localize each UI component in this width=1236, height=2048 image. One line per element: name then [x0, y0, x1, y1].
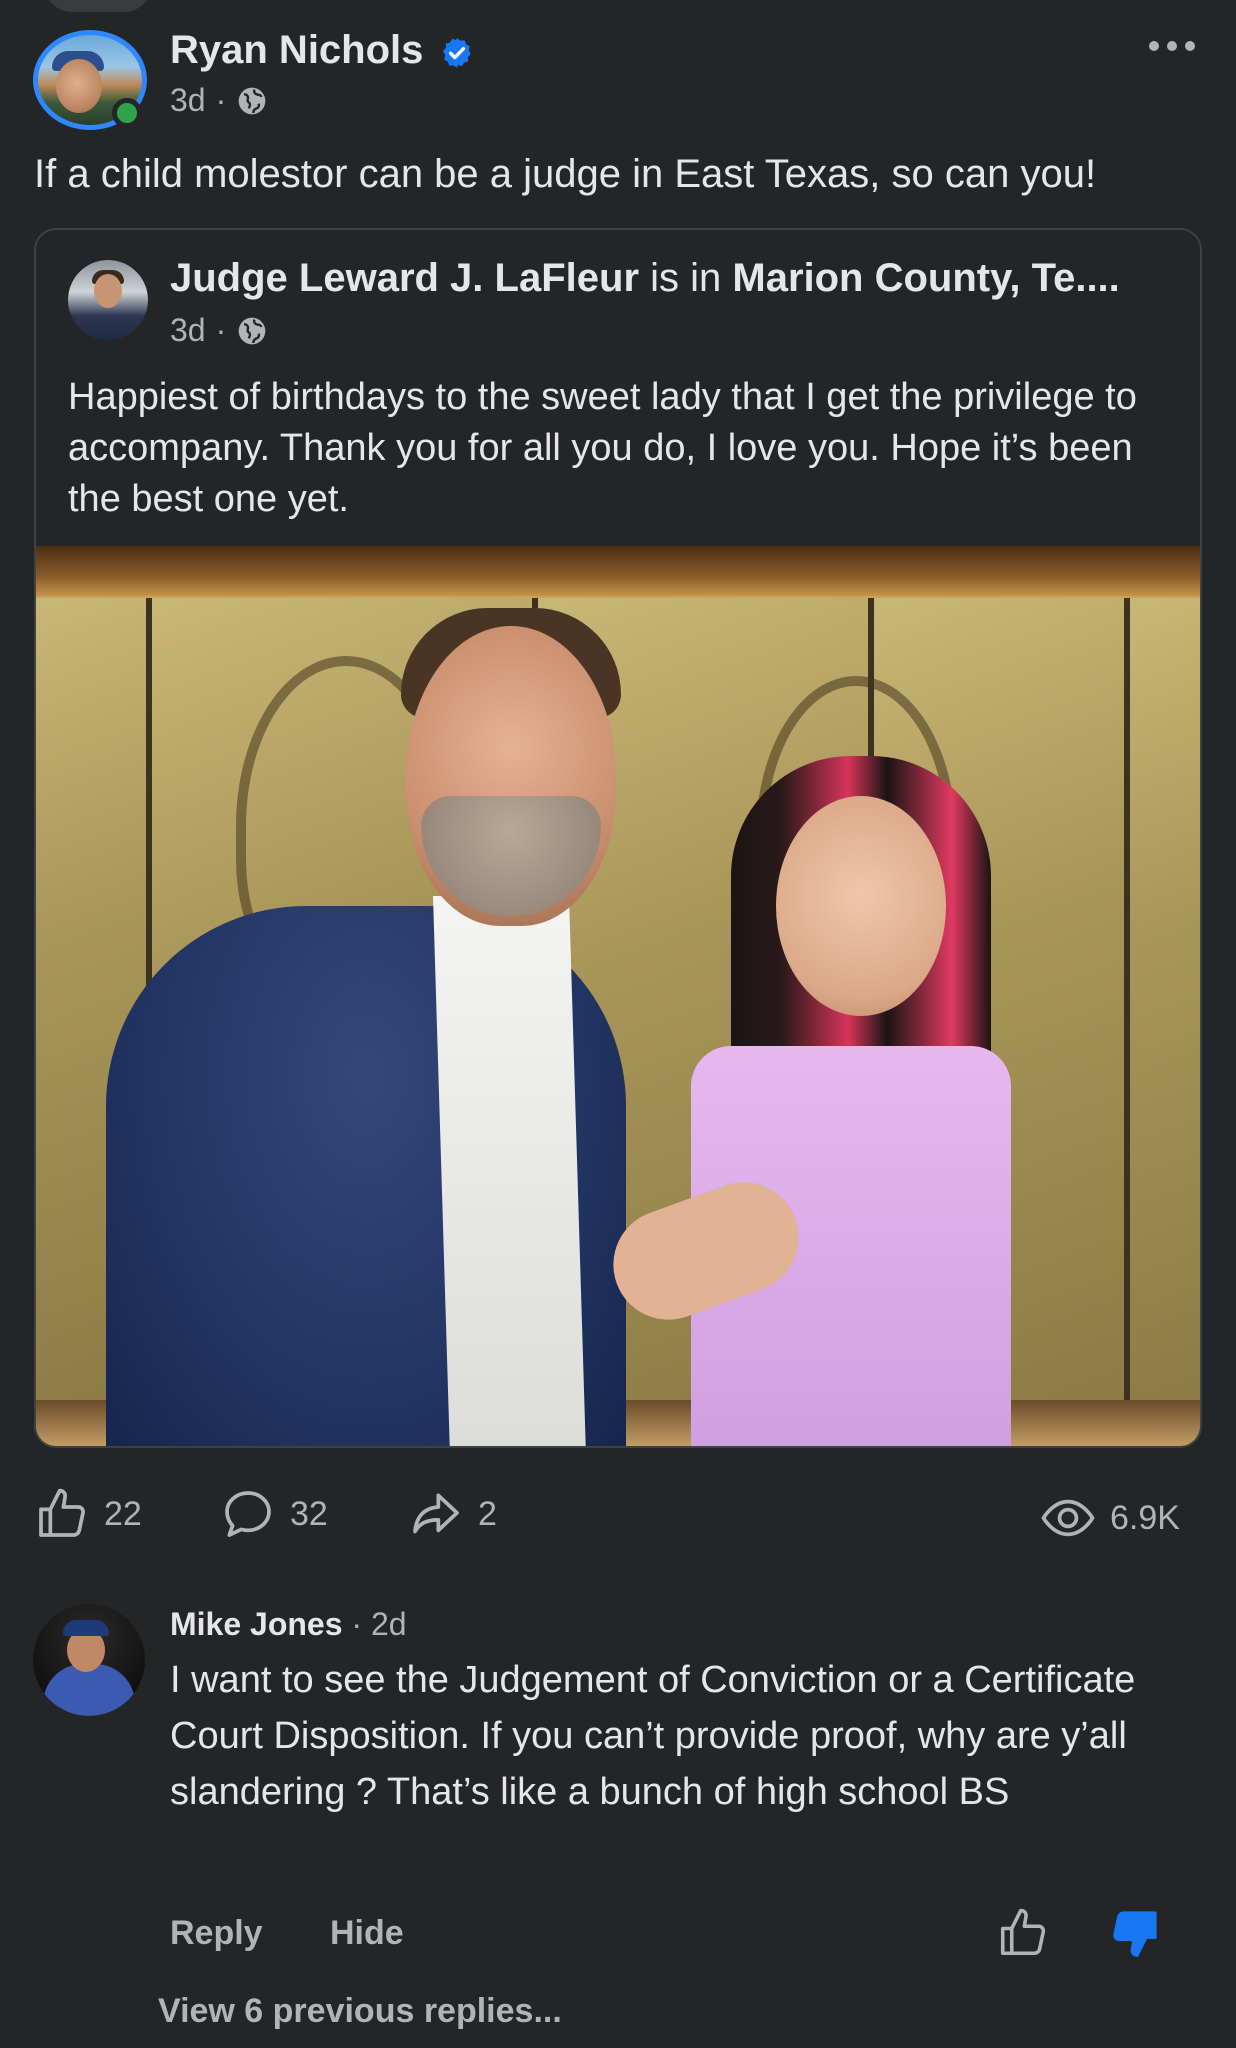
post-author-name[interactable]: Ryan Nichols — [170, 28, 423, 73]
online-status-icon — [112, 98, 142, 128]
post-time[interactable]: 3d — [170, 82, 206, 119]
view-count: 6.9K — [1110, 1498, 1180, 1537]
hide-button[interactable]: Hide — [330, 1914, 404, 1953]
post-photo[interactable] — [36, 546, 1200, 1446]
shared-post-text: Happiest of birthdays to the sweet lady … — [68, 376, 1137, 520]
downvote-icon[interactable] — [1108, 1906, 1162, 1960]
like-count: 22 — [104, 1494, 142, 1533]
shared-author-avatar[interactable] — [68, 260, 148, 340]
verified-badge-icon — [443, 38, 471, 68]
thumbs-up-icon — [39, 1488, 85, 1537]
like-button[interactable]: 22 — [34, 1486, 142, 1542]
commenter-name[interactable]: Mike Jones — [170, 1606, 343, 1642]
comment-button[interactable]: 32 — [220, 1486, 328, 1542]
comment-bubble-icon — [225, 1491, 271, 1537]
commenter-avatar[interactable] — [33, 1604, 145, 1716]
comment-count: 32 — [290, 1494, 328, 1533]
globe-icon — [238, 87, 266, 114]
shared-author-name[interactable]: Judge Leward J. LaFleur — [170, 256, 639, 300]
view-previous-replies-link[interactable]: View 6 previous replies... — [158, 1992, 562, 2031]
shared-post-header: Judge Leward J. LaFleur is in Marion Cou… — [170, 256, 1120, 301]
meta-separator: · — [215, 312, 227, 348]
share-arrow-icon — [413, 1493, 459, 1534]
meta-separator: · — [215, 82, 227, 118]
shared-location[interactable]: Marion County, Te.... — [732, 256, 1119, 300]
share-count: 2 — [478, 1494, 497, 1533]
globe-icon — [238, 317, 266, 344]
views-indicator: 6.9K — [1040, 1490, 1180, 1546]
shared-time[interactable]: 3d — [170, 312, 206, 349]
upvote-icon[interactable] — [996, 1906, 1050, 1960]
comment-header: Mike Jones · 2d — [170, 1606, 407, 1643]
reply-button[interactable]: Reply — [170, 1914, 263, 1953]
eye-icon — [1041, 1499, 1095, 1537]
comment-text: I want to see the Judgement of Convictio… — [170, 1659, 1136, 1813]
previous-post-edge — [44, 0, 152, 12]
comment-time: · 2d — [351, 1606, 407, 1642]
shared-meta: 3d · — [170, 312, 268, 349]
more-options-icon[interactable] — [1146, 34, 1198, 58]
share-button[interactable]: 2 — [408, 1486, 497, 1542]
shared-post-card[interactable]: Judge Leward J. LaFleur is in Marion Cou… — [34, 228, 1202, 1448]
shared-connector: is in — [639, 256, 733, 300]
post-meta: 3d · — [170, 82, 268, 119]
post-text: If a child molestor can be a judge in Ea… — [34, 152, 1097, 196]
